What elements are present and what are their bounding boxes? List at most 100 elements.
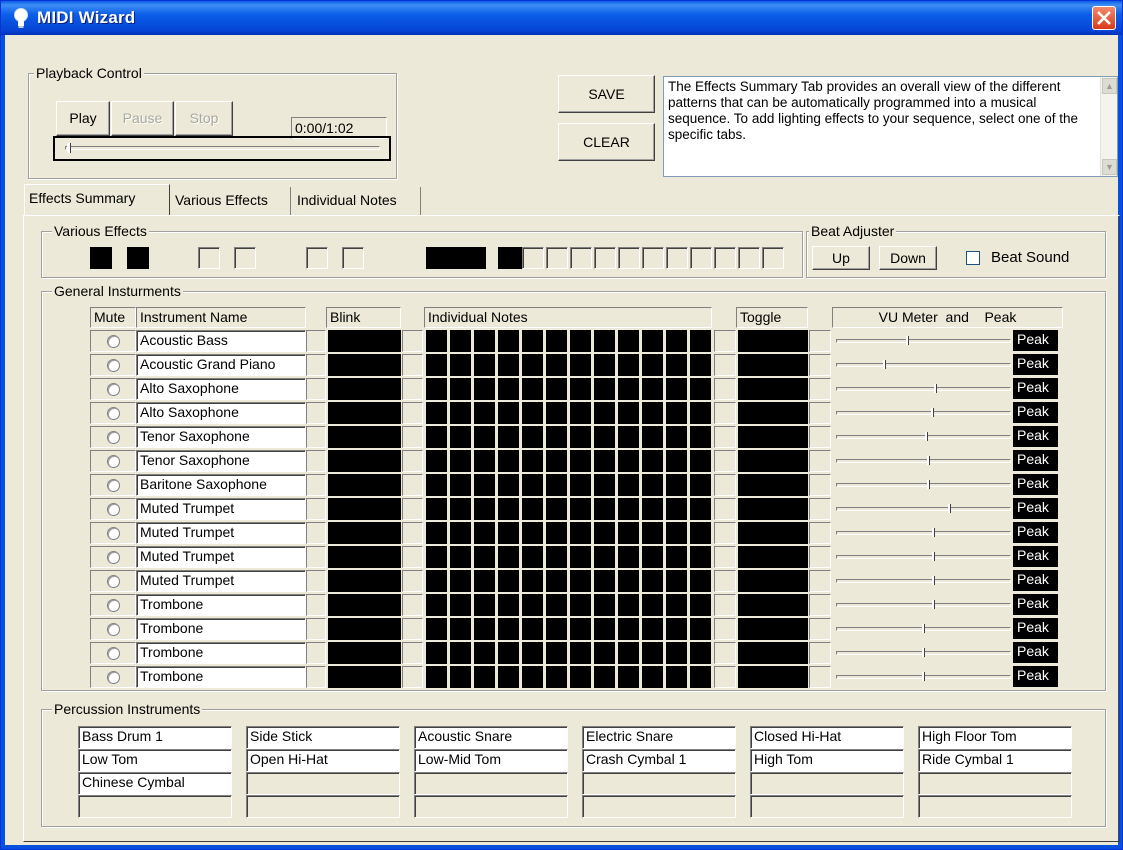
percussion-field[interactable]: Crash Cymbal 1 [582,749,736,772]
percussion-field[interactable] [246,795,400,818]
note-indicator[interactable] [522,618,543,640]
note-indicator[interactable] [474,570,495,592]
note-indicator[interactable] [666,570,687,592]
note-indicator[interactable] [546,618,567,640]
effect-indicator[interactable] [546,247,568,269]
note-indicator[interactable] [570,570,591,592]
playback-progress-slider[interactable] [53,136,391,161]
note-indicator[interactable] [594,354,615,376]
note-indicator[interactable] [618,522,639,544]
note-indicator[interactable] [498,522,519,544]
note-indicator[interactable] [642,474,663,496]
close-button[interactable] [1092,6,1116,30]
mute-radio[interactable] [107,479,120,492]
note-indicator[interactable] [594,594,615,616]
note-indicator[interactable] [642,426,663,448]
tab-various-effects[interactable]: Various Effects [171,187,291,215]
note-indicator[interactable] [570,618,591,640]
note-indicator[interactable] [690,474,711,496]
note-indicator[interactable] [690,378,711,400]
note-indicator[interactable] [618,330,639,352]
note-indicator[interactable] [450,426,471,448]
mute-radio[interactable] [107,599,120,612]
toggle-indicator[interactable] [738,666,808,688]
note-indicator[interactable] [426,450,447,472]
vu-meter-thumb[interactable] [931,408,934,417]
note-indicator[interactable] [498,570,519,592]
note-indicator[interactable] [522,522,543,544]
percussion-field[interactable] [750,772,904,795]
note-indicator[interactable] [570,378,591,400]
mute-radio[interactable] [107,623,120,636]
note-indicator[interactable] [546,354,567,376]
note-indicator[interactable] [450,402,471,424]
note-indicator[interactable] [450,498,471,520]
note-indicator[interactable] [570,546,591,568]
note-indicator[interactable] [690,594,711,616]
note-indicator[interactable] [546,426,567,448]
note-indicator[interactable] [690,522,711,544]
blink-indicator[interactable] [328,570,401,592]
note-indicator[interactable] [450,474,471,496]
blink-indicator[interactable] [328,666,401,688]
clear-button[interactable]: CLEAR [558,123,655,161]
note-indicator[interactable] [522,402,543,424]
percussion-field[interactable] [582,772,736,795]
effect-indicator[interactable] [666,247,688,269]
note-indicator[interactable] [522,426,543,448]
mute-radio[interactable] [107,527,120,540]
note-indicator[interactable] [522,378,543,400]
note-indicator[interactable] [474,522,495,544]
effect-indicator[interactable] [642,247,664,269]
note-indicator[interactable] [474,474,495,496]
note-indicator[interactable] [474,594,495,616]
percussion-field[interactable]: Open Hi-Hat [246,749,400,772]
percussion-field[interactable]: Electric Snare [582,726,736,749]
note-indicator[interactable] [498,426,519,448]
note-indicator[interactable] [546,378,567,400]
save-button[interactable]: SAVE [558,75,655,113]
note-indicator[interactable] [546,666,567,688]
note-indicator[interactable] [522,498,543,520]
note-indicator[interactable] [690,666,711,688]
note-indicator[interactable] [522,546,543,568]
note-indicator[interactable] [666,378,687,400]
blink-indicator[interactable] [328,450,401,472]
percussion-field[interactable]: Low-Mid Tom [414,749,568,772]
note-indicator[interactable] [498,594,519,616]
note-indicator[interactable] [690,426,711,448]
mute-radio[interactable] [107,359,120,372]
note-indicator[interactable] [570,426,591,448]
note-indicator[interactable] [690,330,711,352]
note-indicator[interactable] [522,666,543,688]
vu-meter-thumb[interactable] [922,648,925,657]
note-indicator[interactable] [642,450,663,472]
percussion-field[interactable] [582,795,736,818]
note-indicator[interactable] [618,546,639,568]
effect-indicator[interactable] [714,247,736,269]
note-indicator[interactable] [498,618,519,640]
vu-meter-thumb[interactable] [883,360,886,369]
note-indicator[interactable] [474,402,495,424]
note-indicator[interactable] [522,330,543,352]
vu-meter-thumb[interactable] [948,504,951,513]
note-indicator[interactable] [426,666,447,688]
percussion-field[interactable]: High Tom [750,749,904,772]
note-indicator[interactable] [594,642,615,664]
toggle-indicator[interactable] [738,498,808,520]
blink-indicator[interactable] [328,546,401,568]
percussion-field[interactable]: Closed Hi-Hat [750,726,904,749]
effect-indicator[interactable] [618,247,640,269]
note-indicator[interactable] [450,546,471,568]
effect-indicator[interactable] [426,247,462,269]
mute-radio[interactable] [107,551,120,564]
note-indicator[interactable] [666,498,687,520]
note-indicator[interactable] [642,570,663,592]
note-indicator[interactable] [618,474,639,496]
note-indicator[interactable] [450,450,471,472]
blink-indicator[interactable] [328,618,401,640]
note-indicator[interactable] [570,594,591,616]
percussion-field[interactable] [918,772,1072,795]
mute-radio[interactable] [107,503,120,516]
blink-indicator[interactable] [328,498,401,520]
